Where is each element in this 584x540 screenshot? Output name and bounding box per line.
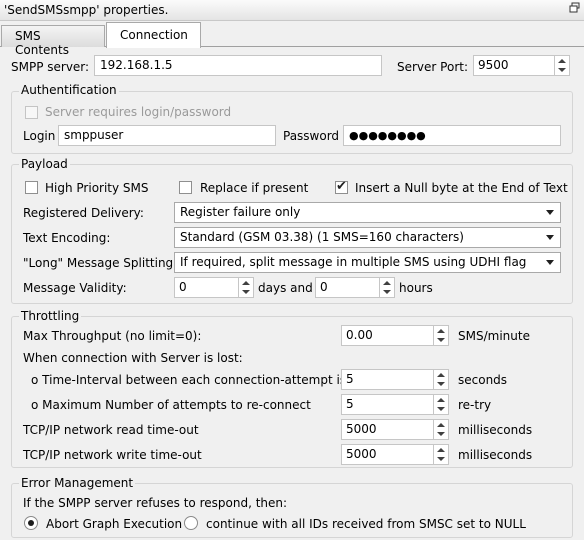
text-encoding-label: Text Encoding:: [23, 231, 111, 245]
high-priority-label: High Priority SMS: [45, 181, 149, 195]
server-requires-login-label: Server requires login/password: [45, 105, 232, 119]
validity-hours-value[interactable]: 0: [315, 277, 380, 298]
validity-hours-spinner[interactable]: 0: [315, 277, 395, 298]
tab-label: SMS Contents: [15, 29, 69, 57]
interval-spinner[interactable]: 5: [341, 369, 449, 390]
spinner-down-arrow-icon[interactable]: [555, 66, 569, 76]
null-byte-label: Insert a Null byte at the End of Text: [355, 181, 568, 195]
tab-label: Connection: [120, 28, 188, 42]
spinner-up-arrow-icon[interactable]: [434, 326, 448, 336]
chevron-down-icon: [546, 260, 554, 265]
write-timeout-value[interactable]: 5000: [341, 444, 434, 465]
replace-if-present-label: Replace if present: [200, 181, 309, 195]
validity-days-label: days and: [258, 281, 313, 295]
write-timeout-unit: milliseconds: [458, 448, 533, 462]
tab-sms-contents[interactable]: SMS Contents: [1, 25, 105, 57]
window-titlebar: 'SendSMSsmpp' properties.: [0, 0, 584, 21]
checkmark-icon: ✔: [336, 179, 347, 194]
spinner-up-arrow-icon[interactable]: [434, 395, 448, 405]
abort-graph-label: Abort Graph Execution: [46, 517, 183, 531]
message-splitting-value: If required, split message in multiple S…: [180, 255, 527, 269]
password-input[interactable]: ●●●●●●●●: [343, 125, 561, 146]
max-throughput-label: Max Throughput (no limit=0):: [23, 329, 202, 343]
smpp-server-input[interactable]: 192.168.1.5: [94, 55, 382, 76]
read-timeout-unit: milliseconds: [458, 423, 533, 437]
registered-delivery-label: Registered Delivery:: [23, 206, 144, 220]
spinner-down-arrow-icon[interactable]: [380, 288, 394, 298]
chevron-down-icon: [546, 210, 554, 215]
spinner-down-arrow-icon[interactable]: [434, 455, 448, 465]
spinner-down-arrow-icon[interactable]: [434, 405, 448, 415]
spinner-down-arrow-icon[interactable]: [239, 288, 253, 298]
chevron-down-icon: [546, 235, 554, 240]
interval-label: o Time-Interval between each connection-…: [31, 373, 351, 387]
text-encoding-select[interactable]: Standard (GSM 03.38) (1 SMS=160 characte…: [174, 227, 561, 248]
text-encoding-value: Standard (GSM 03.38) (1 SMS=160 characte…: [180, 230, 464, 244]
throttling-group-title: Throttling: [19, 309, 82, 323]
max-attempts-spinner[interactable]: 5: [341, 394, 449, 415]
connection-lost-label: When connection with Server is lost:: [23, 351, 243, 365]
window-title: 'SendSMSsmpp' properties.: [4, 3, 169, 17]
spinner-up-arrow-icon[interactable]: [239, 278, 253, 288]
tab-strip: SMS Contents Connection: [0, 21, 584, 57]
high-priority-checkbox[interactable]: [25, 181, 38, 194]
read-timeout-spinner[interactable]: 5000: [341, 419, 449, 440]
validity-hours-label: hours: [399, 281, 433, 295]
login-label: Login: [23, 129, 56, 143]
max-throughput-spinner[interactable]: 0.00: [341, 325, 449, 346]
max-attempts-unit: re-try: [458, 398, 492, 412]
max-throughput-unit: SMS/minute: [458, 329, 530, 343]
max-attempts-value[interactable]: 5: [341, 394, 434, 415]
write-timeout-label: TCP/IP network write time-out: [23, 448, 202, 462]
message-validity-label: Message Validity:: [23, 281, 127, 295]
smpp-server-label: SMPP server:: [11, 60, 90, 74]
read-timeout-value[interactable]: 5000: [341, 419, 434, 440]
spinner-down-arrow-icon[interactable]: [434, 336, 448, 346]
pin-icon[interactable]: [569, 2, 581, 14]
continue-null-radio[interactable]: [184, 516, 198, 530]
spinner-up-arrow-icon[interactable]: [555, 56, 569, 66]
interval-unit: seconds: [458, 373, 508, 387]
message-splitting-label: "Long" Message Splitting:: [23, 256, 178, 270]
replace-if-present-checkbox[interactable]: [179, 181, 192, 194]
login-input[interactable]: smppuser: [58, 125, 276, 146]
spinner-up-arrow-icon[interactable]: [380, 278, 394, 288]
registered-delivery-select[interactable]: Register failure only: [174, 202, 561, 223]
null-byte-checkbox[interactable]: ✔: [335, 179, 348, 194]
registered-delivery-value: Register failure only: [180, 205, 301, 219]
max-attempts-label: o Maximum Number of attempts to re-conne…: [31, 398, 311, 412]
spinner-down-arrow-icon[interactable]: [434, 380, 448, 390]
server-port-value[interactable]: 9500: [473, 55, 555, 76]
continue-null-label: continue with all IDs received from SMSC…: [206, 517, 526, 531]
server-port-spinner[interactable]: 9500: [473, 55, 570, 76]
abort-graph-radio[interactable]: [24, 516, 38, 530]
spinner-up-arrow-icon[interactable]: [434, 445, 448, 455]
server-requires-login-checkbox[interactable]: [25, 106, 38, 119]
authentication-group-title: Authentification: [19, 83, 119, 97]
error-management-group-title: Error Management: [19, 476, 136, 490]
spinner-up-arrow-icon[interactable]: [434, 420, 448, 430]
validity-days-value[interactable]: 0: [174, 277, 239, 298]
spinner-up-arrow-icon[interactable]: [434, 370, 448, 380]
password-label: Password: [283, 129, 340, 143]
tab-connection[interactable]: Connection: [106, 22, 201, 48]
server-port-label: Server Port:: [397, 60, 468, 74]
error-management-description: If the SMPP server refuses to respond, t…: [23, 496, 288, 510]
write-timeout-spinner[interactable]: 5000: [341, 444, 449, 465]
read-timeout-label: TCP/IP network read time-out: [23, 423, 199, 437]
max-throughput-value[interactable]: 0.00: [341, 325, 434, 346]
validity-days-spinner[interactable]: 0: [174, 277, 254, 298]
message-splitting-select[interactable]: If required, split message in multiple S…: [174, 252, 561, 273]
spinner-down-arrow-icon[interactable]: [434, 430, 448, 440]
payload-group-title: Payload: [19, 157, 70, 171]
interval-value[interactable]: 5: [341, 369, 434, 390]
